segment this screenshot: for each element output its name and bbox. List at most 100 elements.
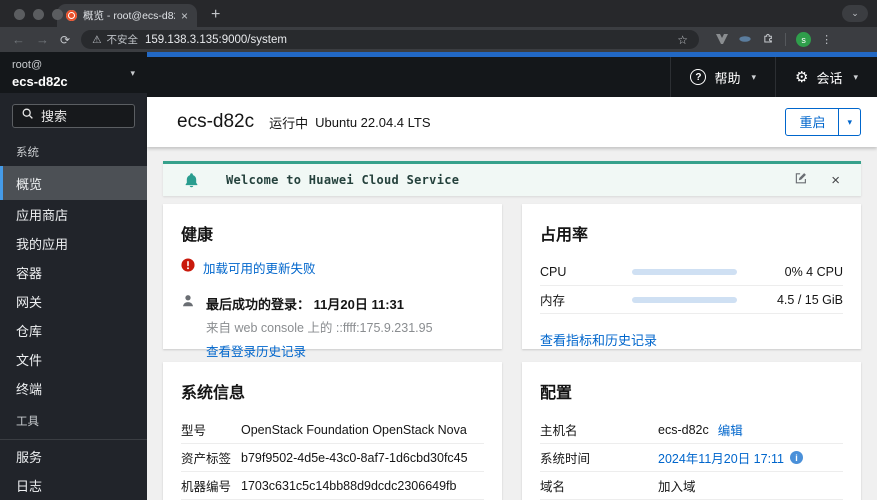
menu-kebab-icon[interactable]: ⋮	[821, 33, 832, 46]
window-close-button[interactable]	[14, 9, 25, 20]
hostname-row: 主机名 ecs-d82c 编辑	[540, 416, 843, 444]
cpu-label: CPU	[540, 264, 567, 279]
page-body: Welcome to Huawei Cloud Service × 健康 加载可…	[147, 147, 877, 500]
last-login-text: 最后成功的登录： 11月20日 11:31	[206, 297, 404, 312]
sidebar-item-repository[interactable]: 仓库	[0, 316, 147, 345]
login-history-link[interactable]: 查看登录历史记录	[206, 341, 306, 360]
toolbar-chevron-button[interactable]: ⌄	[842, 5, 868, 22]
browser-toolbar: ← → ⟳ ⚠ 不安全 159.138.3.135:9000/system ☆ …	[0, 27, 877, 52]
search-icon	[21, 107, 34, 125]
sidebar-search[interactable]	[12, 104, 135, 128]
table-row: 型号 OpenStack Foundation OpenStack Nova	[181, 416, 484, 444]
person-icon	[181, 294, 195, 361]
back-button[interactable]: ←	[12, 33, 25, 46]
join-domain-value[interactable]: 加入域	[658, 476, 696, 495]
restart-split-button: 重启 ▾	[785, 108, 861, 136]
window-controls[interactable]	[14, 9, 63, 20]
host-os: Ubuntu 22.04.4 LTS	[315, 114, 431, 130]
host-chevron-down-icon: ▾	[130, 68, 135, 78]
bell-icon	[184, 172, 199, 188]
sidebar-item-gateway[interactable]: 网关	[0, 287, 147, 316]
sidebar-item-containers[interactable]: 容器	[0, 258, 147, 287]
window-minimize-button[interactable]	[33, 9, 44, 20]
session-chevron-down-icon: ▾	[853, 71, 858, 82]
lens-extension-icon[interactable]	[738, 31, 752, 49]
tab-strip: 概览 - root@ecs-d82c × + ⌄	[0, 0, 877, 27]
help-chevron-down-icon: ▾	[751, 71, 756, 82]
update-error-row: 加载可用的更新失败	[181, 258, 484, 277]
configuration-title: 配置	[540, 385, 573, 402]
sidebar-item-services[interactable]: 服务	[0, 442, 147, 471]
restart-chevron-down-icon[interactable]: ▾	[839, 109, 860, 135]
domain-row: 域名 加入域	[540, 472, 843, 500]
host-user: root@	[12, 59, 43, 71]
sidebar-item-app-store[interactable]: 应用商店	[0, 200, 147, 229]
tab-favicon-icon	[66, 10, 77, 21]
page-title: ecs-d82c	[177, 111, 255, 132]
system-info-card: 系统信息 型号 OpenStack Foundation OpenStack N…	[163, 362, 502, 500]
window-zoom-button[interactable]	[52, 9, 63, 20]
motd-banner: Welcome to Huawei Cloud Service ×	[163, 161, 861, 196]
sidebar-nav: 系统 概览 应用商店 我的应用 容器 网关 仓库 文件 终端 工具 服务 日志	[0, 134, 147, 500]
not-secure-badge[interactable]: ⚠ 不安全	[92, 32, 138, 47]
banner-close-icon[interactable]: ×	[831, 173, 840, 188]
memory-progress-bar	[632, 296, 737, 303]
system-time-row: 系统时间 2024年11月20日 17:11 i	[540, 444, 843, 472]
host-status: 运行中	[269, 115, 309, 131]
extension-area: s ⋮	[716, 31, 832, 49]
hostname-value: ecs-d82c	[658, 422, 709, 437]
help-label: 帮助	[714, 70, 741, 86]
reload-button[interactable]: ⟳	[60, 34, 70, 46]
host-switcher[interactable]: root@ ecs-d82c ▾	[0, 52, 147, 94]
help-menu[interactable]: ? 帮助 ▾	[670, 57, 775, 97]
cpu-usage-row: CPU 0% 4 CPU	[540, 258, 843, 286]
cockpit-app: root@ ecs-d82c ▾ 系统 概览 应用商店 我的应用 容器 网关 仓…	[0, 52, 877, 500]
new-tab-button[interactable]: +	[211, 7, 220, 23]
update-error-link[interactable]: 加载可用的更新失败	[203, 258, 316, 277]
sidebar-item-logs[interactable]: 日志	[0, 471, 147, 500]
browser-tab[interactable]: 概览 - root@ecs-d82c ×	[57, 4, 197, 27]
edit-icon[interactable]	[794, 171, 808, 190]
profile-avatar[interactable]: s	[796, 32, 812, 47]
bookmark-star-icon[interactable]: ☆	[677, 33, 688, 47]
gear-icon: ⚙	[795, 68, 809, 86]
session-label: 会话	[816, 70, 843, 86]
table-row: 资产标签 b79f9502-4d5e-43c0-8af7-1d6cbd30fc4…	[181, 444, 484, 472]
warning-icon: ⚠	[92, 33, 102, 46]
help-question-icon: ?	[690, 69, 707, 85]
forward-button[interactable]: →	[36, 33, 49, 46]
cpu-progress-bar	[632, 268, 737, 275]
main-area: ? 帮助 ▾ ⚙ 会话 ▾ ecs-d82c 运行中 Ubuntu 22.04.…	[147, 52, 877, 500]
tab-close-icon[interactable]: ×	[181, 10, 188, 22]
toolbar-separator	[785, 33, 787, 46]
extensions-puzzle-icon[interactable]	[762, 31, 775, 49]
metrics-history-link[interactable]: 查看指标和历史记录	[540, 330, 657, 349]
restart-button[interactable]: 重启	[786, 109, 840, 135]
memory-label: 内存	[540, 294, 566, 308]
system-time-link[interactable]: 2024年11月20日 17:11	[658, 448, 784, 467]
nav-section-tools: 工具	[16, 416, 39, 428]
banner-actions: ×	[794, 171, 840, 190]
info-icon[interactable]: i	[790, 451, 804, 464]
session-menu[interactable]: ⚙ 会话 ▾	[775, 57, 877, 97]
last-login-row: 最后成功的登录： 11月20日 11:31 来自 web console 上的 …	[181, 294, 484, 361]
sidebar: root@ ecs-d82c ▾ 系统 概览 应用商店 我的应用 容器 网关 仓…	[0, 52, 147, 500]
sidebar-item-files[interactable]: 文件	[0, 345, 147, 374]
nav-divider	[0, 439, 147, 440]
url-text[interactable]: 159.138.3.135:9000/system	[145, 34, 287, 46]
sidebar-item-my-apps[interactable]: 我的应用	[0, 229, 147, 258]
error-exclamation-icon	[181, 258, 195, 277]
address-bar[interactable]: ⚠ 不安全 159.138.3.135:9000/system ☆	[81, 30, 700, 49]
hostname-edit-link[interactable]: 编辑	[718, 420, 743, 439]
health-card: 健康 加载可用的更新失败 最后成功的登录： 11月20日 11:31 来自 we…	[163, 204, 502, 359]
masthead: ? 帮助 ▾ ⚙ 会话 ▾	[147, 57, 877, 97]
tab-title: 概览 - root@ecs-d82c	[83, 10, 175, 22]
sidebar-item-terminal[interactable]: 终端	[0, 374, 147, 403]
sidebar-item-overview[interactable]: 概览	[0, 166, 147, 200]
last-login-detail: 来自 web console 上的 ::ffff:175.9.231.95	[206, 321, 433, 335]
memory-value: 4.5 / 15 GiB	[776, 292, 843, 307]
health-title: 健康	[181, 227, 214, 244]
cards-grid: 健康 加载可用的更新失败 最后成功的登录： 11月20日 11:31 来自 we…	[163, 204, 861, 500]
search-input[interactable]	[41, 108, 126, 124]
v-extension-icon[interactable]	[716, 31, 729, 49]
